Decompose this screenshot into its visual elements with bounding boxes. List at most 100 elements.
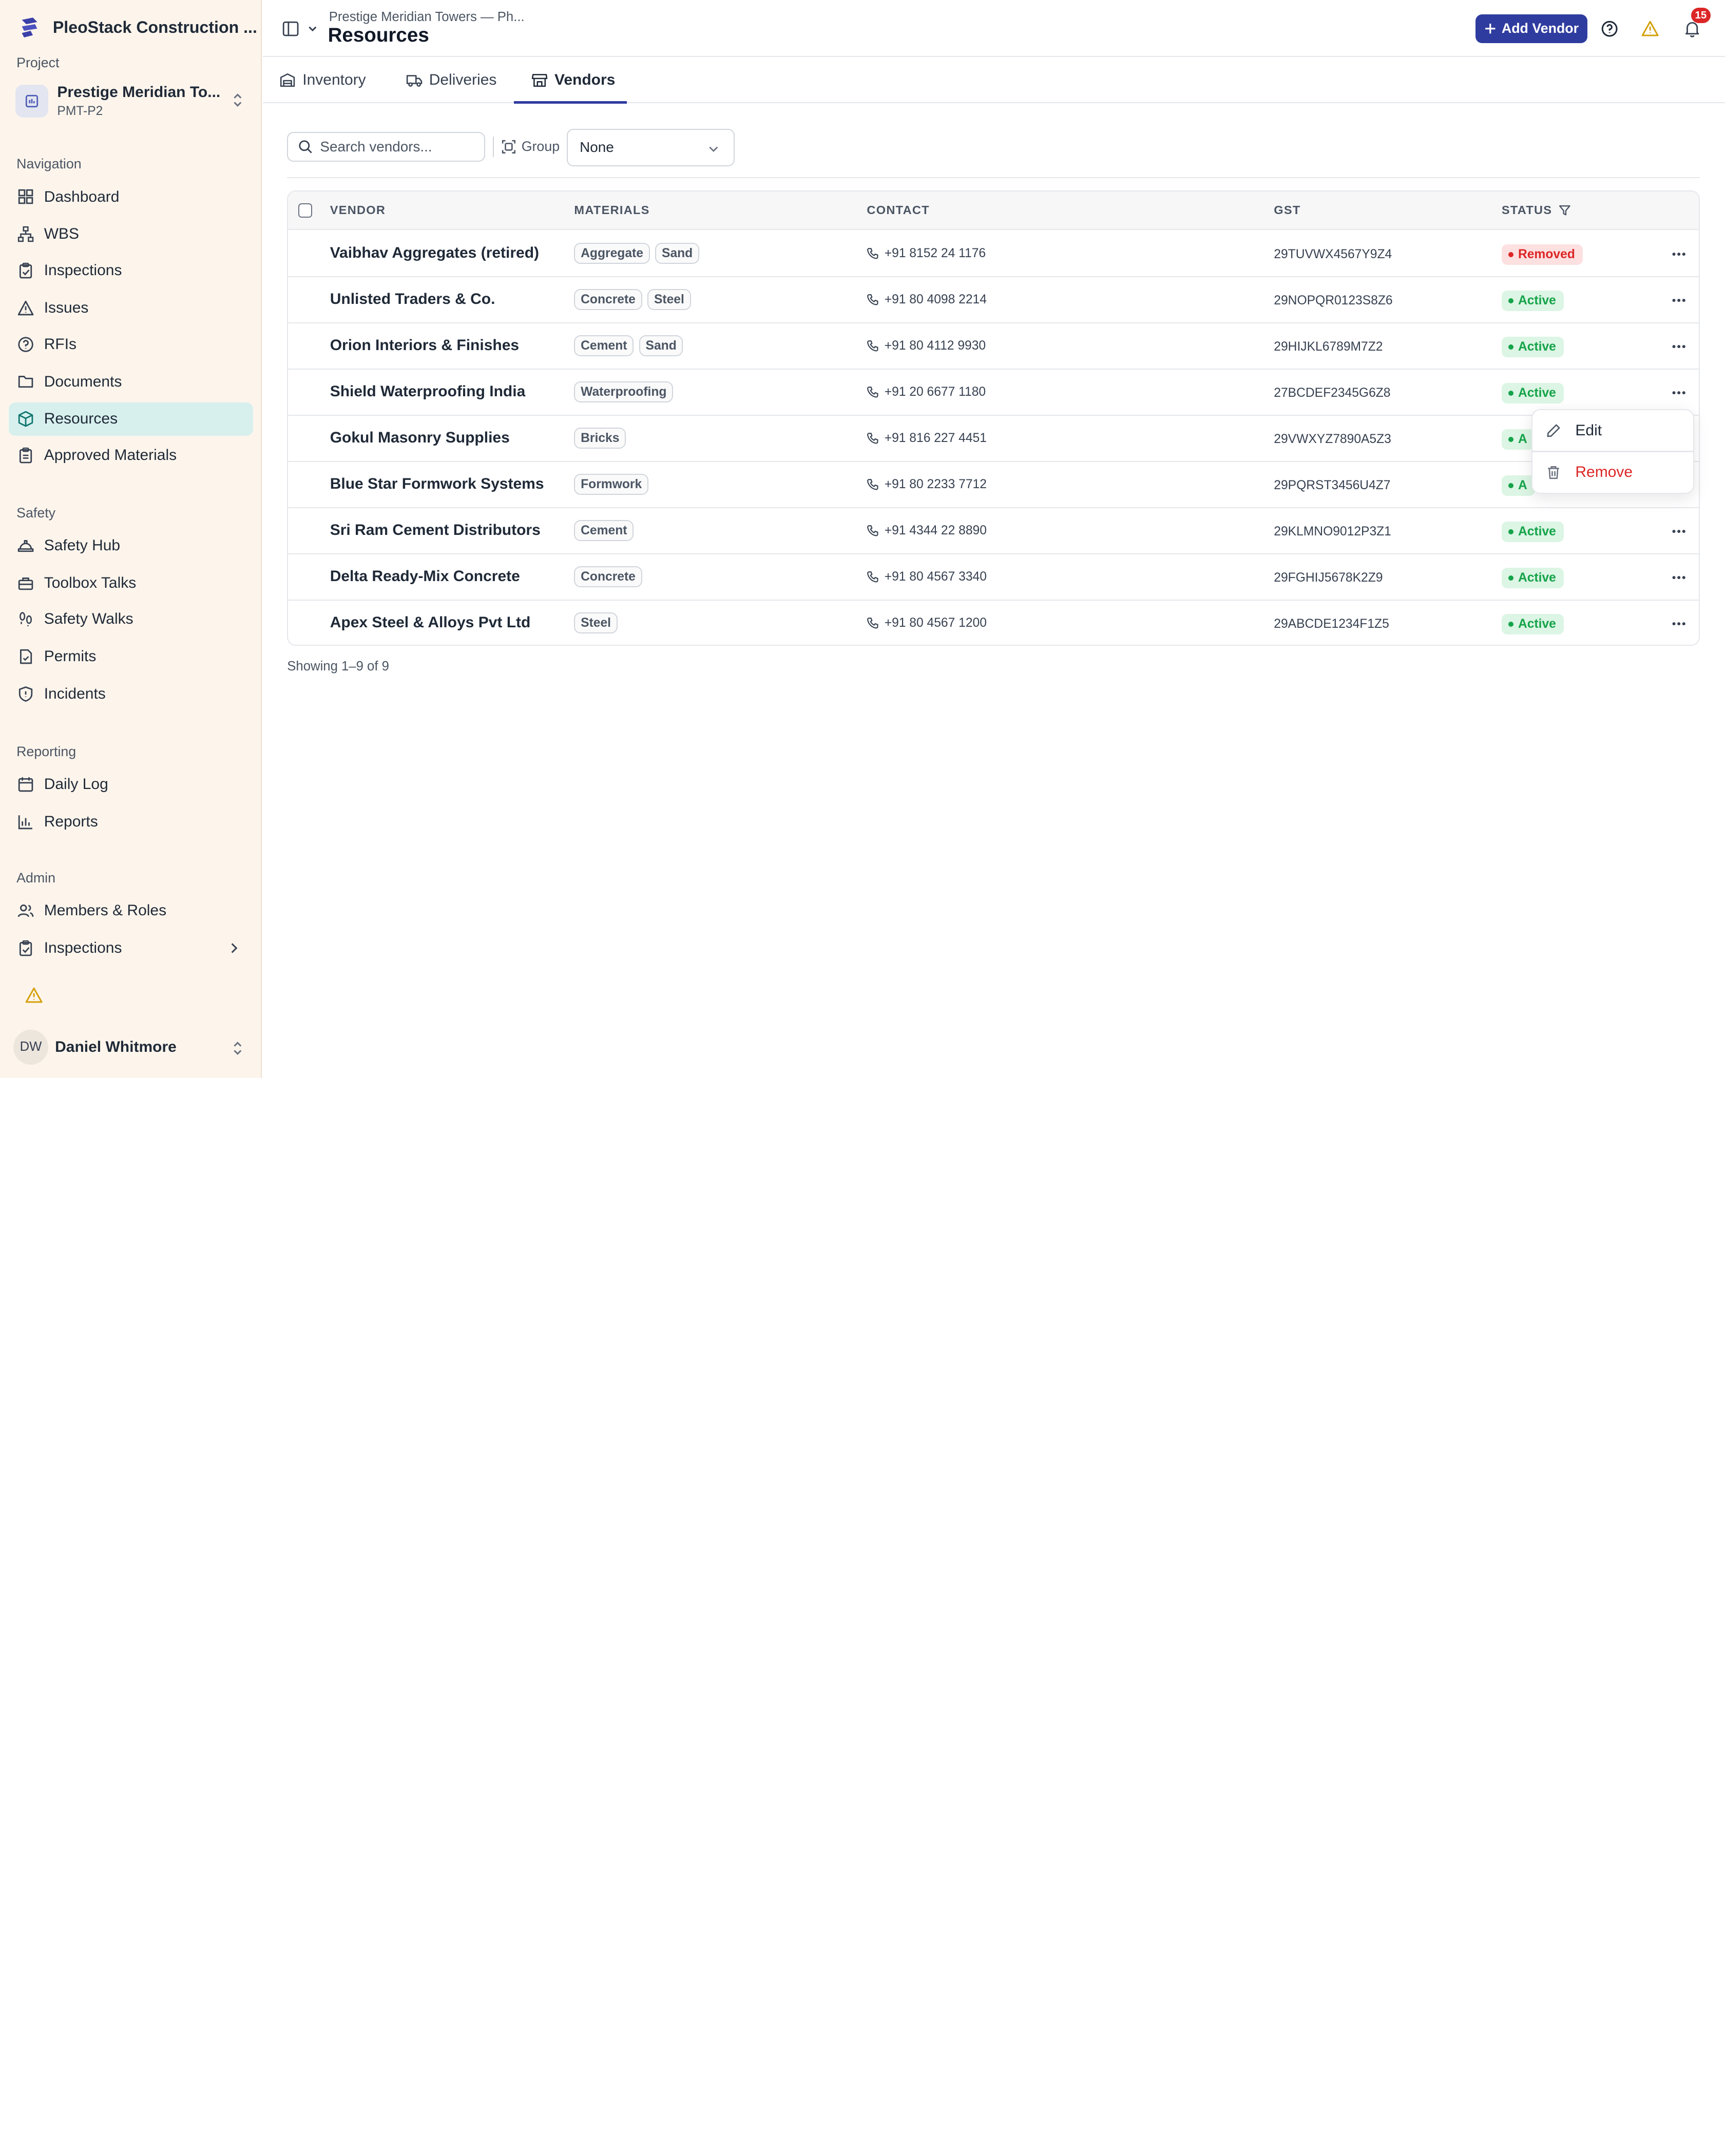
warning-icon[interactable]	[1641, 20, 1659, 37]
sidebar-item-label: Resources	[44, 410, 118, 428]
sidebar-item-toolbox-talks[interactable]: Toolbox Talks	[9, 567, 253, 600]
materials-cell: Waterproofing	[574, 381, 678, 403]
table-row[interactable]: Vaibhav Aggregates (retired) Aggregate San…	[288, 231, 1699, 277]
user-name: Daniel Whitmore	[55, 1038, 177, 1055]
brand[interactable]: PleoStack Construction ...	[17, 15, 257, 40]
user-menu[interactable]: DW Daniel Whitmore	[13, 1029, 249, 1065]
vendor-name[interactable]: Gokul Masonry Supplies	[330, 429, 510, 447]
help-icon[interactable]	[1601, 20, 1618, 37]
vendor-search[interactable]	[287, 132, 485, 162]
chevron-right-icon	[232, 943, 238, 953]
vendor-name[interactable]: Sri Ram Cement Distributors	[330, 522, 541, 539]
sidebar-item-issues[interactable]: Issues	[9, 292, 253, 324]
status-label: Active	[1518, 386, 1556, 400]
table-row[interactable]: Blue Star Formwork Systems Formwork +91 80…	[288, 462, 1699, 508]
brand-logo-icon	[22, 17, 37, 37]
filter-icon[interactable]	[1559, 204, 1571, 217]
notification-count-badge: 15	[1691, 8, 1711, 23]
row-actions-button[interactable]	[1670, 615, 1688, 632]
warning-icon[interactable]	[25, 987, 43, 1004]
users-icon	[18, 904, 34, 917]
vendor-name[interactable]: Delta Ready-Mix Concrete	[330, 568, 520, 585]
chevron-down-icon[interactable]	[306, 22, 319, 35]
tab-deliveries[interactable]: Deliveries	[406, 57, 496, 103]
sidebar-item-admin-inspections[interactable]: Inspections	[9, 932, 253, 965]
column-header-vendor[interactable]: VENDOR	[330, 203, 386, 217]
column-header-status[interactable]: STATUS	[1502, 203, 1571, 217]
vendor-name[interactable]: Unlisted Traders & Co.	[330, 291, 495, 308]
column-header-materials[interactable]: MATERIALS	[574, 203, 649, 217]
vendor-name[interactable]: Apex Steel & Alloys Pvt Ltd	[330, 614, 531, 631]
search-input[interactable]	[320, 139, 474, 156]
vendor-name[interactable]: Blue Star Formwork Systems	[330, 475, 544, 493]
tab-vendors[interactable]: Vendors	[531, 57, 615, 103]
sidebar-item-members-roles[interactable]: Members & Roles	[9, 894, 253, 927]
table-row[interactable]: Unlisted Traders & Co. Concrete Steel +91 8…	[288, 277, 1699, 323]
sidebar-item-incidents[interactable]: Incidents	[9, 678, 253, 710]
vendor-name[interactable]: Vaibhav Aggregates (retired)	[330, 244, 539, 262]
row-actions-button[interactable]	[1670, 292, 1688, 309]
vendor-name[interactable]: Shield Waterproofing India	[330, 383, 526, 400]
sidebar-item-wbs[interactable]: WBS	[9, 218, 253, 251]
sidebar-toggle-icon[interactable]	[282, 20, 299, 37]
table-row[interactable]: Sri Ram Cement Distributors Cement +91 434…	[288, 508, 1699, 554]
table-row[interactable]: Delta Ready-Mix Concrete Concrete +91 80 4…	[288, 554, 1699, 601]
sidebar: PleoStack Construction ... Project Prest…	[0, 0, 262, 1078]
sidebar-item-permits[interactable]: Permits	[9, 640, 253, 673]
store-icon	[531, 74, 548, 87]
select-all-checkbox[interactable]	[298, 203, 313, 218]
sidebar-item-inspections[interactable]: Inspections	[9, 254, 253, 287]
hierarchy-icon	[18, 226, 34, 242]
contact-phone: +91 8152 24 1176	[884, 246, 986, 260]
row-actions-button[interactable]	[1670, 523, 1688, 540]
contact-phone: +91 80 2233 7712	[884, 477, 987, 491]
sidebar-item-resources[interactable]: Resources	[9, 402, 253, 436]
sidebar-item-rfis[interactable]: RFIs	[9, 328, 253, 361]
status-badge: Active	[1501, 613, 1564, 635]
sidebar-item-safety-hub[interactable]: Safety Hub	[9, 529, 253, 562]
box-icon	[280, 73, 295, 87]
package-icon	[18, 411, 33, 427]
toolbar-divider	[493, 136, 494, 158]
phone-icon	[867, 525, 878, 536]
sidebar-item-safety-walks[interactable]: Safety Walks	[9, 603, 253, 636]
row-actions-button[interactable]	[1670, 245, 1688, 263]
sidebar-item-reports[interactable]: Reports	[9, 805, 253, 838]
vendor-name[interactable]: Orion Interiors & Finishes	[330, 337, 519, 354]
column-header-contact[interactable]: CONTACT	[867, 203, 929, 217]
remove-menu-item[interactable]: Remove	[1532, 452, 1693, 493]
contact-cell: +91 20 6677 1180	[867, 385, 986, 399]
sidebar-item-label: Safety Hub	[44, 536, 121, 554]
contact-phone: +91 80 4112 9930	[884, 338, 986, 353]
edit-menu-item[interactable]: Edit	[1532, 410, 1693, 451]
breadcrumb[interactable]: Prestige Meridian Towers — Ph...	[329, 10, 525, 25]
sidebar-item-label: Issues	[44, 299, 89, 316]
table-row[interactable]: Shield Waterproofing India Waterproofing +…	[288, 370, 1699, 416]
table-row[interactable]: Orion Interiors & Finishes Cement Sand +91 …	[288, 323, 1699, 370]
contact-phone: +91 80 4098 2214	[884, 292, 987, 306]
sidebar-item-documents[interactable]: Documents	[9, 365, 253, 398]
building-icon	[26, 95, 39, 108]
materials-cell: Concrete	[574, 566, 647, 588]
contact-cell: +91 816 227 4451	[867, 431, 987, 446]
admin-section-label: Admin	[16, 870, 56, 886]
sidebar-item-label: Inspections	[44, 939, 122, 957]
tab-inventory[interactable]: Inventory	[279, 57, 366, 103]
column-header-gst[interactable]: GST	[1274, 203, 1300, 217]
sidebar-item-approved-materials[interactable]: Approved Materials	[9, 439, 253, 472]
table-row[interactable]: Gokul Masonry Supplies Bricks +91 816 227 …	[288, 416, 1699, 462]
row-actions-button[interactable]	[1670, 569, 1688, 586]
table-row[interactable]: Apex Steel & Alloys Pvt Ltd Steel +91 80 4…	[288, 601, 1698, 645]
phone-icon	[867, 571, 878, 583]
project-switcher[interactable]: Prestige Meridian To... PMT-P2	[15, 79, 251, 123]
sidebar-item-daily-log[interactable]: Daily Log	[9, 768, 253, 801]
sidebar-item-dashboard[interactable]: Dashboard	[9, 180, 253, 213]
row-actions-button[interactable]	[1670, 384, 1688, 401]
group-select[interactable]: None	[566, 128, 735, 166]
row-actions-button[interactable]	[1670, 338, 1688, 355]
add-vendor-button[interactable]: Add Vendor	[1475, 14, 1588, 43]
status-label: Active	[1518, 339, 1556, 354]
contact-cell: +91 8152 24 1176	[867, 246, 986, 261]
materials-cell: Formwork	[574, 474, 654, 495]
status-dot	[1508, 390, 1514, 396]
